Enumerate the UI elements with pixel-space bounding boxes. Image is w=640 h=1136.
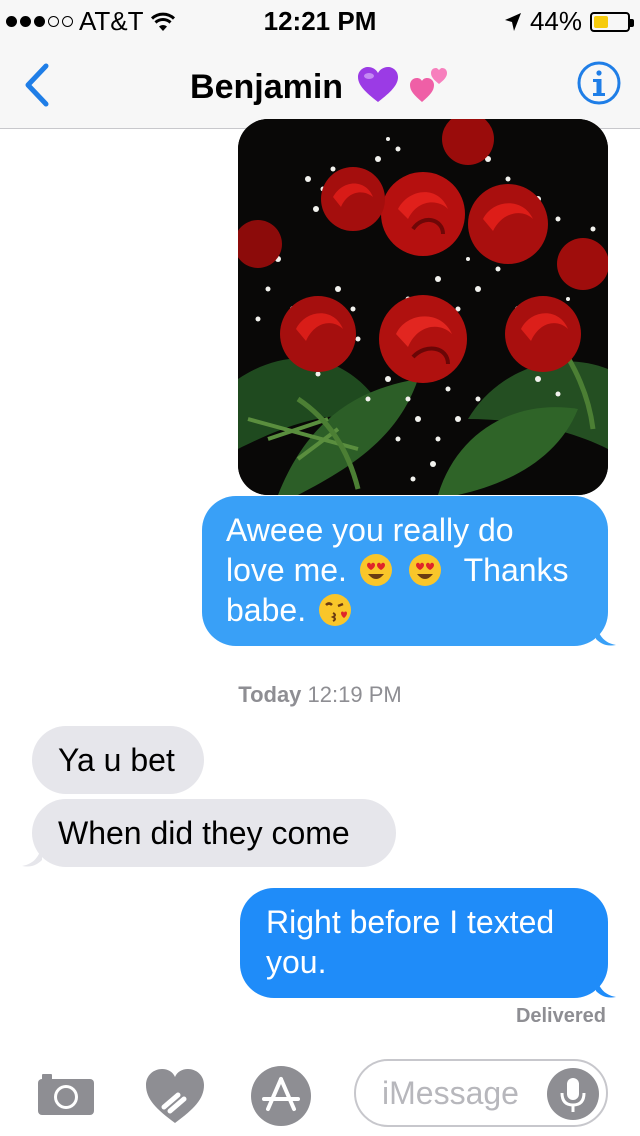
two-hearts-icon	[409, 68, 447, 102]
nav-bar: Benjamin	[0, 40, 640, 129]
message-line: Right before I texted	[266, 904, 555, 940]
contact-name: Benjamin	[190, 68, 344, 106]
digital-touch-heart-icon[interactable]	[144, 1067, 206, 1125]
messages-screen: AT&T 12:21 PM 44% Benjamin Aweee you rea…	[0, 0, 640, 1136]
purple-heart-icon	[357, 67, 398, 102]
microphone-icon[interactable]	[546, 1067, 600, 1121]
timestamp: Today 12:19 PM	[0, 682, 640, 708]
info-button[interactable]	[576, 60, 622, 106]
battery-percent: 44%	[529, 6, 582, 36]
contact-title[interactable]: Benjamin	[0, 64, 640, 107]
incoming-message[interactable]: Ya u bet	[32, 726, 204, 794]
conversation: Aweee you really do love me. Thanks babe…	[0, 119, 640, 1049]
message-line: babe.	[226, 590, 584, 630]
input-bar: iMessage	[0, 1049, 640, 1136]
outgoing-message[interactable]: Aweee you really do love me. Thanks babe…	[202, 496, 608, 646]
message-text: Thanks	[463, 552, 569, 588]
message-text: When did they come	[58, 815, 350, 851]
location-arrow-icon	[504, 12, 521, 31]
message-text: love me.	[226, 552, 347, 588]
photo-message[interactable]	[238, 119, 608, 495]
incoming-message[interactable]: When did they come	[32, 799, 396, 867]
message-line: you.	[266, 944, 327, 980]
kissing-heart-emoji-icon	[318, 594, 351, 626]
roses-photo	[238, 119, 608, 495]
heart-eyes-emoji-icon	[408, 554, 441, 586]
bubble-tail	[596, 623, 616, 646]
imessage-placeholder: iMessage	[382, 1075, 519, 1111]
delivered-status: Delivered	[515, 1005, 606, 1027]
camera-icon[interactable]	[36, 1071, 96, 1117]
message-line: Aweee you really do	[226, 512, 514, 548]
bubble-tail	[22, 844, 42, 867]
status-right: 44%	[504, 6, 634, 37]
timestamp-day: Today	[238, 682, 302, 707]
battery-icon	[590, 11, 634, 32]
message-text: babe.	[226, 592, 307, 628]
message-text: Ya u bet	[58, 742, 175, 778]
outgoing-message[interactable]: Right before I texted you.	[240, 888, 608, 998]
timestamp-time: 12:19 PM	[307, 682, 402, 707]
imessage-input[interactable]: iMessage	[354, 1059, 608, 1127]
bubble-tail	[596, 975, 616, 998]
app-store-icon[interactable]	[250, 1065, 312, 1127]
heart-eyes-emoji-icon	[359, 554, 392, 586]
message-line: love me. Thanks	[226, 550, 584, 590]
status-bar: AT&T 12:21 PM 44%	[0, 0, 640, 40]
